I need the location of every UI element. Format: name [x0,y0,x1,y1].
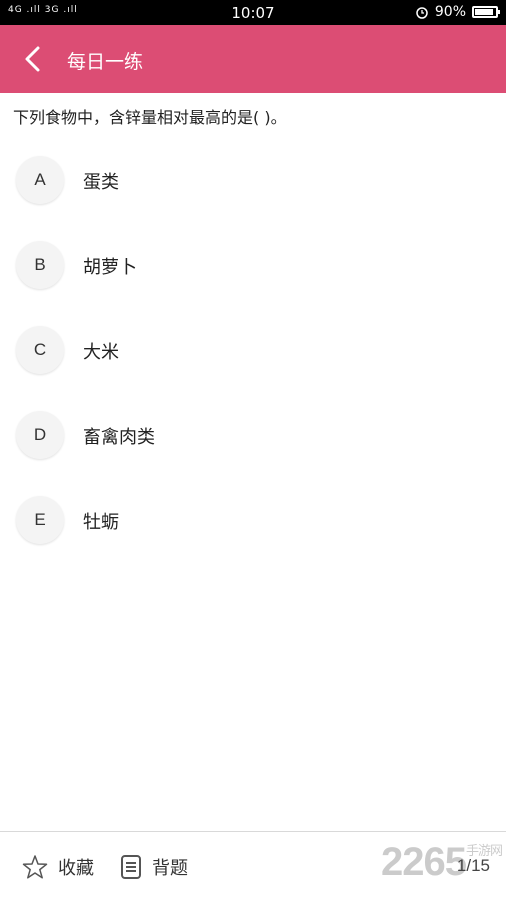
option-letter: E [16,496,64,544]
question-progress: 1/15 [456,856,490,875]
star-outline-icon [22,855,48,879]
status-bar: 4G .ıll 3G .ıll 10:07 90% [0,0,506,25]
option-b[interactable]: B 胡萝卜 [16,241,486,291]
chevron-left-icon [25,46,40,72]
memorize-label: 背题 [152,858,188,879]
option-e[interactable]: E 牡蛎 [16,496,486,546]
alarm-icon [416,7,428,19]
option-text: 牡蛎 [83,512,119,533]
option-letter: C [16,326,64,374]
option-text: 蛋类 [83,172,119,193]
document-icon [121,855,141,879]
option-text: 胡萝卜 [83,257,137,278]
option-c[interactable]: C 大米 [16,326,486,376]
question-text: 下列食物中，含锌量相对最高的是( )。 [13,108,287,127]
option-a[interactable]: A 蛋类 [16,156,486,206]
option-letter: D [16,411,64,459]
favorite-button[interactable]: 收藏 [22,852,94,882]
app-bar: 每日一练 [0,25,506,93]
memorize-button[interactable]: 背题 [120,852,188,882]
battery-percent: 90% [434,4,466,20]
page-title: 每日一练 [67,51,144,73]
back-button[interactable] [14,39,54,79]
option-text: 大米 [83,342,119,363]
bottom-toolbar: 收藏 背题 2265手游网 1/15 [0,831,506,900]
option-letter: A [16,156,64,204]
battery-icon [472,6,500,18]
option-d[interactable]: D 畜禽肉类 [16,411,486,461]
option-letter: B [16,241,64,289]
favorite-label: 收藏 [58,858,94,879]
option-text: 畜禽肉类 [83,427,155,448]
